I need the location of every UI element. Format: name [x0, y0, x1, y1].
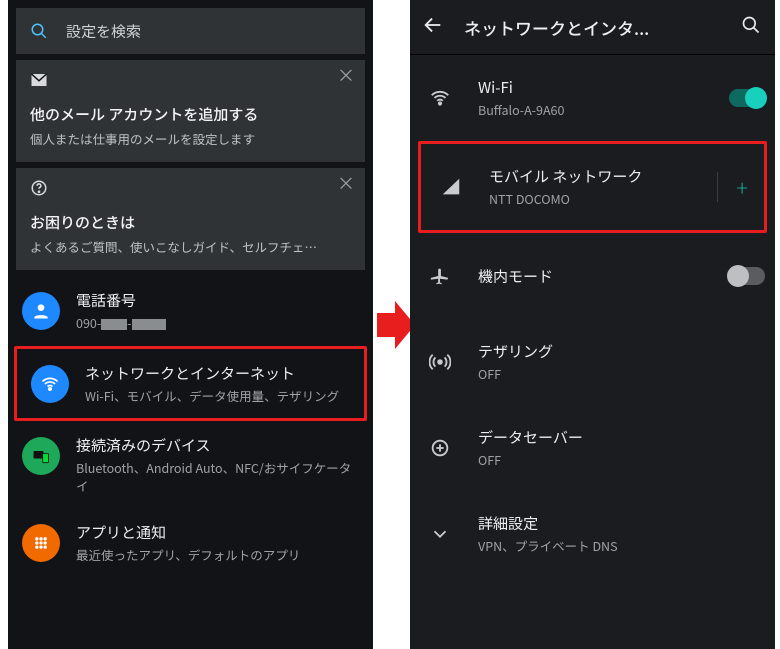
item-title: 詳細設定	[478, 513, 765, 534]
account-icon	[22, 292, 60, 330]
airplane-toggle[interactable]	[729, 267, 765, 285]
item-sub: OFF	[478, 364, 765, 383]
item-title: 機内モード	[478, 266, 721, 287]
close-icon[interactable]: ×	[337, 66, 355, 84]
item-sub: VPN、プライベート DNS	[478, 536, 765, 555]
wifi-toggle[interactable]	[729, 89, 765, 107]
data-saver-icon	[426, 437, 454, 459]
add-network-button[interactable]: +	[730, 171, 754, 203]
row-title: 接続済みのデバイス	[76, 435, 357, 456]
row-title: ネットワークとインターネット	[85, 363, 348, 384]
network-item-advanced[interactable]: 詳細設定 VPN、プライベート DNS	[410, 491, 775, 577]
app-bar: ネットワークとインタ...	[410, 0, 775, 55]
apps-icon	[22, 524, 60, 562]
row-title: アプリと通知	[76, 522, 357, 543]
redacted-segment	[101, 319, 127, 330]
settings-row-network-internet[interactable]: ネットワークとインターネット Wi-Fi、モバイル、データ使用量、テザリング	[17, 349, 364, 419]
item-sub: NTT DOCOMO	[489, 189, 709, 208]
network-item-wifi[interactable]: Wi-Fi Buffalo-A-9A60	[410, 55, 775, 141]
close-icon[interactable]: ×	[337, 174, 355, 192]
wifi-icon	[426, 87, 454, 109]
suggestion-help-card[interactable]: × お困りのときは よくあるご質問、使いこなしガイド、セルフチェ…	[16, 168, 365, 270]
item-title: モバイル ネットワーク	[489, 166, 709, 187]
card-title: 他のメール アカウントを追加する	[30, 104, 351, 125]
search-placeholder: 設定を検索	[66, 21, 141, 42]
page-title: ネットワークとインタ...	[464, 15, 733, 40]
airplane-icon	[426, 265, 454, 287]
card-sub: よくあるご質問、使いこなしガイド、セルフチェ…	[30, 237, 351, 256]
network-settings-screen: ネットワークとインタ... Wi-Fi Buffalo-A-9A60 モバイル …	[410, 0, 775, 649]
search-icon	[30, 22, 48, 40]
chevron-down-icon	[426, 523, 454, 545]
hotspot-icon	[426, 351, 454, 373]
redacted-segment	[132, 319, 166, 330]
help-icon	[30, 178, 351, 202]
suggestion-add-email-card[interactable]: × 他のメール アカウントを追加する 個人または仕事用のメールを設定します	[16, 60, 365, 162]
network-item-data-saver[interactable]: データセーバー OFF	[410, 405, 775, 491]
settings-row-connected-devices[interactable]: 接続済みのデバイス Bluetooth、Android Auto、NFC/おサイ…	[8, 421, 373, 508]
row-sub: 最近使ったアプリ、デフォルトのアプリ	[76, 546, 357, 564]
gmail-icon	[30, 70, 351, 94]
devices-icon	[22, 437, 60, 475]
item-title: テザリング	[478, 341, 765, 362]
item-sub: OFF	[478, 450, 765, 469]
tutorial-highlight: モバイル ネットワーク NTT DOCOMO +	[418, 141, 767, 233]
search-icon[interactable]	[741, 15, 763, 40]
row-sub: Wi-Fi、モバイル、データ使用量、テザリング	[85, 387, 348, 405]
card-title: お困りのときは	[30, 212, 351, 233]
network-item-airplane[interactable]: 機内モード	[410, 233, 775, 319]
card-sub: 個人または仕事用のメールを設定します	[30, 129, 351, 148]
search-settings-field[interactable]: 設定を検索	[16, 8, 365, 54]
settings-root-screen: 設定を検索 × 他のメール アカウントを追加する 個人または仕事用のメールを設定…	[8, 0, 373, 649]
cellular-icon	[437, 176, 465, 198]
row-sub: Bluetooth、Android Auto、NFC/おサイフケータイ	[76, 459, 357, 494]
network-item-tethering[interactable]: テザリング OFF	[410, 319, 775, 405]
item-title: データセーバー	[478, 427, 765, 448]
settings-row-phone-number[interactable]: 電話番号 090--	[8, 276, 373, 346]
divider	[717, 172, 718, 202]
row-title: 電話番号	[76, 290, 357, 311]
row-sub: 090--	[76, 314, 357, 332]
back-arrow-icon[interactable]	[422, 14, 446, 41]
network-item-mobile[interactable]: モバイル ネットワーク NTT DOCOMO +	[421, 144, 764, 230]
item-title: Wi-Fi	[478, 77, 721, 98]
item-sub: Buffalo-A-9A60	[478, 100, 721, 119]
tutorial-highlight: ネットワークとインターネット Wi-Fi、モバイル、データ使用量、テザリング	[14, 346, 367, 422]
settings-row-apps-notifications[interactable]: アプリと通知 最近使ったアプリ、デフォルトのアプリ	[8, 508, 373, 578]
wifi-icon	[31, 365, 69, 403]
